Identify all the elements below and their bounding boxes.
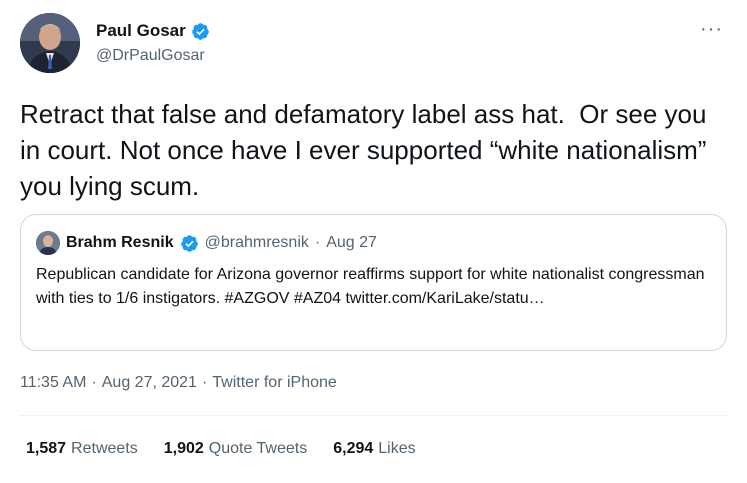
tweet-meta: 11:35 AM · Aug 27, 2021 · Twitter for iP… [20,374,337,392]
divider [20,415,727,416]
tweet-source[interactable]: Twitter for iPhone [212,374,337,392]
meta-separator: · [201,374,208,391]
author-display-name[interactable]: Paul Gosar [96,21,186,41]
author-info: Paul Gosar @DrPaulGosar [96,21,210,65]
author-handle[interactable]: @DrPaulGosar [96,47,210,65]
quoted-author-avatar [36,231,60,255]
quoted-separator: · [314,234,321,251]
retweets-label: Retweets [71,440,138,457]
author-name-row: Paul Gosar [96,21,210,41]
retweets-stat[interactable]: 1,587 Retweets [26,440,138,458]
quoted-author-name: Brahm Resnik [66,234,174,251]
quoted-author-handle: @brahmresnik [204,234,309,251]
retweets-count: 1,587 [26,440,67,457]
verified-badge-icon [191,22,210,41]
likes-label: Likes [378,440,416,457]
quoted-date: Aug 27 [326,234,377,251]
quote-tweets-count: 1,902 [163,440,204,457]
tweet-time[interactable]: 11:35 AM [20,374,86,392]
verified-badge-icon [180,234,199,253]
tweet-date[interactable]: Aug 27, 2021 [102,374,197,392]
quote-tweets-stat[interactable]: 1,902 Quote Tweets [164,440,307,458]
quoted-tweet-text: Republican candidate for Arizona governo… [36,266,705,307]
likes-count: 6,294 [333,440,374,457]
author-avatar[interactable] [20,13,80,73]
more-icon[interactable]: ··· [700,19,723,39]
tweet-stats: 1,587 Retweets 1,902 Quote Tweets 6,294 … [26,440,416,458]
meta-separator: · [91,374,97,391]
tweet-header: Paul Gosar @DrPaulGosar ··· [20,13,727,73]
tweet-text: Retract that false and defamatory label … [20,99,714,201]
quoted-tweet[interactable]: Brahm Resnik @brahmresnik · Aug 27 Repub… [20,214,727,351]
quoted-tweet-header: Brahm Resnik @brahmresnik · Aug 27 [36,231,377,255]
likes-stat[interactable]: 6,294 Likes [333,440,415,458]
quote-tweets-label: Quote Tweets [208,440,308,457]
